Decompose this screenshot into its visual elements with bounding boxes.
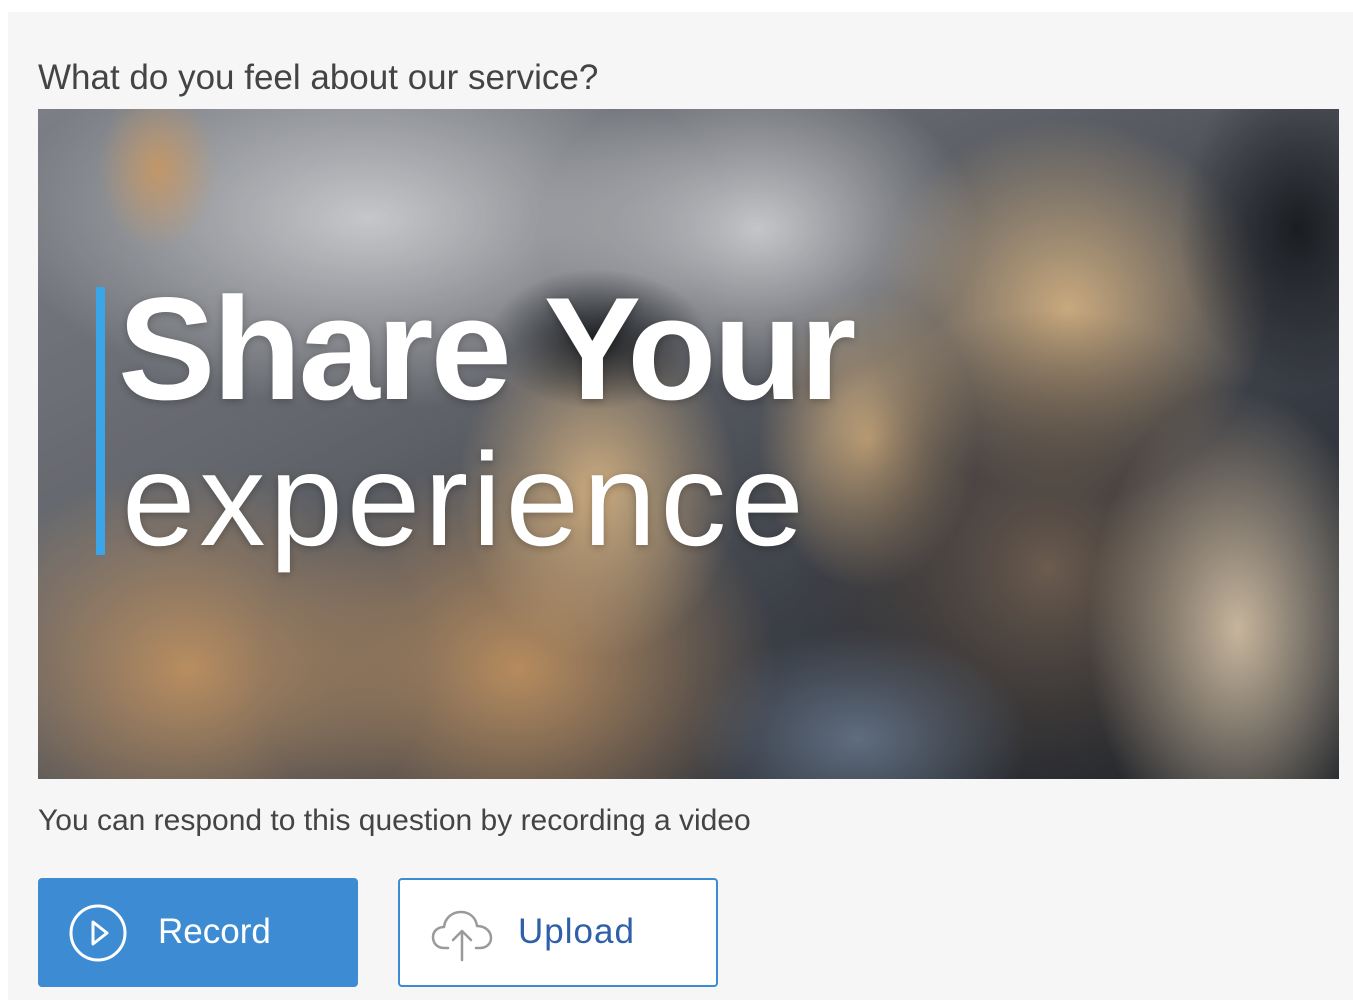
headline-accent-bar — [96, 287, 105, 555]
record-button-label: Record — [158, 912, 271, 951]
upload-button[interactable]: Upload — [398, 878, 718, 987]
hero-banner: Share Your experience — [38, 109, 1339, 779]
cloud-upload-icon — [431, 910, 493, 962]
hero-headline-line1: Share Your — [118, 267, 856, 430]
question-title: What do you feel about our service? — [38, 58, 599, 97]
upload-button-label: Upload — [518, 912, 635, 951]
response-helper-text: You can respond to this question by reco… — [38, 804, 751, 837]
hero-headline-line2: experience — [122, 426, 808, 573]
play-circle-icon — [69, 904, 127, 962]
record-button[interactable]: Record — [38, 878, 358, 987]
question-card: What do you feel about our service? Shar… — [8, 12, 1353, 1000]
